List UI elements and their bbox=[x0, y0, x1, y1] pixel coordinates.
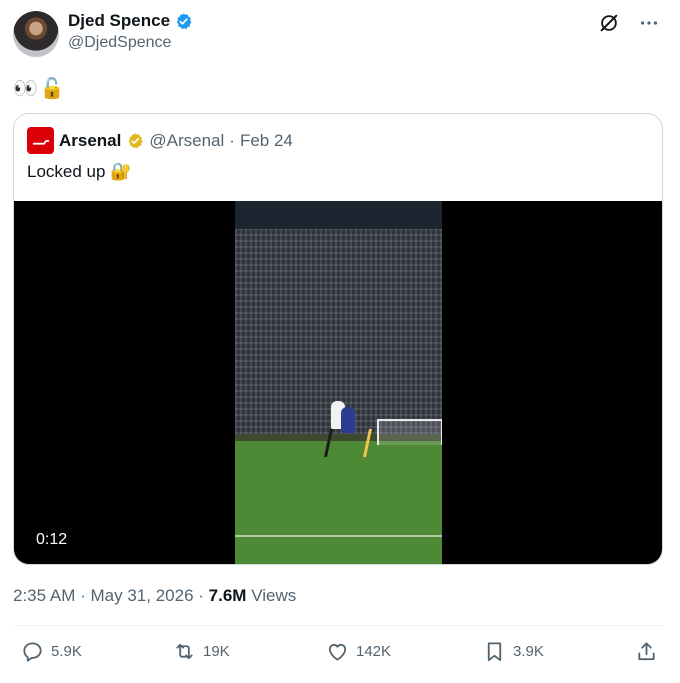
arsenal-logo-icon[interactable] bbox=[27, 127, 54, 154]
quoted-date[interactable]: Feb 24 bbox=[240, 131, 293, 151]
repost-icon bbox=[176, 643, 193, 660]
goal-net bbox=[377, 419, 442, 445]
verified-badge-icon bbox=[176, 12, 192, 29]
tweet-text: 👀🔓 bbox=[13, 78, 67, 100]
reply-count: 5.9K bbox=[51, 643, 82, 660]
share-icon bbox=[638, 642, 655, 661]
video-player[interactable]: 0:12 bbox=[14, 201, 662, 564]
quoted-separator: · bbox=[229, 130, 235, 150]
repost-button[interactable]: 19K bbox=[173, 640, 230, 663]
share-button[interactable] bbox=[635, 640, 658, 663]
views-count: 7.6M bbox=[208, 586, 247, 605]
like-count: 142K bbox=[356, 643, 392, 660]
bookmark-icon bbox=[487, 642, 502, 662]
author-name-row: Djed Spence bbox=[68, 11, 193, 31]
tweet-time[interactable]: 2:35 AM bbox=[13, 586, 75, 605]
quoted-author-handle[interactable]: @Arsenal bbox=[149, 131, 224, 151]
reply-icon bbox=[23, 642, 42, 662]
video-frame bbox=[235, 201, 442, 564]
tweet-date[interactable]: May 31, 2026 bbox=[91, 586, 194, 605]
action-bar: 5.9K 19K 142K 3.9K bbox=[13, 640, 663, 670]
video-timer: 0:12 bbox=[36, 531, 68, 548]
quoted-tweet-text: Locked up 🔐 bbox=[27, 162, 132, 181]
views-label: Views bbox=[251, 586, 297, 605]
author-name[interactable]: Djed Spence bbox=[68, 11, 170, 31]
affiliate-gold-badge-icon bbox=[129, 132, 143, 148]
reply-button[interactable]: 5.9K bbox=[21, 640, 82, 663]
quoted-author-name[interactable]: Arsenal bbox=[59, 131, 121, 151]
timestamp-separator: · bbox=[198, 586, 204, 605]
timestamp-separator: · bbox=[80, 586, 86, 605]
more-options-icon[interactable] bbox=[638, 12, 660, 34]
tweet-top-actions bbox=[598, 12, 660, 34]
divider bbox=[13, 625, 663, 626]
quoted-tweet-header: Arsenal @Arsenal · Feb 24 bbox=[27, 127, 293, 154]
player-legs bbox=[324, 429, 372, 457]
bookmark-count: 3.9K bbox=[513, 643, 544, 660]
tweet-timestamp: 2:35 AM · May 31, 2026 · 7.6M Views bbox=[13, 586, 296, 606]
heart-icon bbox=[328, 643, 347, 661]
pitch-line bbox=[235, 535, 442, 537]
grok-icon[interactable] bbox=[598, 12, 620, 34]
repost-count: 19K bbox=[203, 643, 230, 660]
author-avatar[interactable] bbox=[13, 11, 59, 57]
quoted-tweet-card[interactable]: Arsenal @Arsenal · Feb 24 Locked up 🔐 0:… bbox=[13, 113, 663, 565]
author-handle[interactable]: @DjedSpence bbox=[68, 34, 171, 52]
like-button[interactable]: 142K bbox=[326, 640, 391, 663]
bookmark-button[interactable]: 3.9K bbox=[483, 640, 544, 663]
